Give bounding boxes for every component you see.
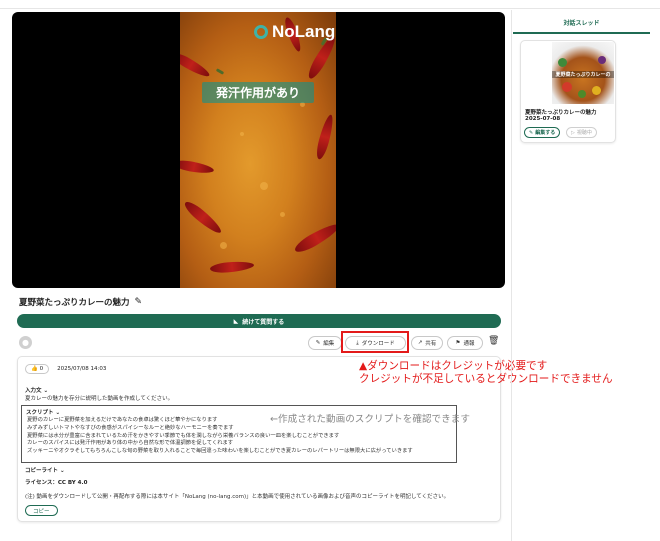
created-datetime: 2025/07/08 14:03 <box>57 366 107 372</box>
copyright-label[interactable]: コピーライト ⌄ <box>25 466 65 474</box>
copy-button[interactable]: コピー <box>25 505 58 516</box>
avatar: ● <box>19 336 32 349</box>
script-label[interactable]: スクリプト ⌄ <box>26 408 60 416</box>
edit-title-icon[interactable]: ✎ <box>135 297 143 307</box>
report-button[interactable]: ⚑ 通報 <box>447 336 483 350</box>
like-button[interactable]: 👍 0 <box>25 364 50 374</box>
thread-card[interactable]: 夏野菜たっぷりカレーの 夏野菜たっぷりカレーの魅力 2025-07-08 ✎ 編集… <box>520 40 616 143</box>
continue-question-button[interactable]: ◣ 続けて質問する <box>17 314 501 328</box>
thread-edit-button[interactable]: ✎ 編集する <box>524 127 561 138</box>
chevron-down-icon: ⌄ <box>59 468 65 474</box>
pencil-icon: ✎ <box>315 340 321 346</box>
meta-row: 👍 0 2025/07/08 14:03 <box>25 364 106 374</box>
share-icon: ↗ <box>417 340 423 346</box>
thumbs-up-icon: 👍 <box>31 366 38 372</box>
pencil-icon: ✎ <box>529 129 534 136</box>
license-text: ライセンス：CC BY 4.0 <box>25 480 88 486</box>
copyright-notice: (注) 動画をダウンロードして公開・再配布する際には本サイト「NoLang (n… <box>25 494 450 500</box>
video-frame: NoLang 発汗作用があり <box>180 12 336 288</box>
chevron-down-icon: ⌄ <box>55 410 61 416</box>
thread-thumbnail: 夏野菜たっぷりカレーの <box>552 42 614 104</box>
video-caption: 発汗作用があり <box>202 82 314 103</box>
thread-title: 夏野菜たっぷりカレーの魅力 <box>525 110 597 116</box>
thumbnail-caption: 夏野菜たっぷりカレーの <box>552 71 614 78</box>
video-title: 夏野菜たっぷりカレーの魅力 <box>19 298 130 308</box>
panel-tab-threads[interactable]: 対話スレッド <box>513 12 650 34</box>
input-label[interactable]: 入力文 ⌄ <box>25 386 48 394</box>
panel-divider <box>511 10 512 541</box>
page: NoLang 発汗作用があり 夏野菜たっぷりカレーの魅力 ✎ ◣ 続けて質問する… <box>0 0 660 541</box>
edit-button[interactable]: ✎ 編集 <box>308 336 342 350</box>
download-highlight-box <box>341 331 409 353</box>
thread-date: 2025-07-08 <box>525 116 561 122</box>
download-annotation: ▲ダウンロードはクレジットが必要です クレジットが不足しているとダウンロードでき… <box>359 360 613 385</box>
chat-icon: ◣ <box>233 317 239 325</box>
video-brand: NoLang <box>254 22 335 42</box>
nolang-logo-icon <box>254 25 268 39</box>
script-line: みずみずしいトマトやなすびの食感がスパイシーなルーと絶妙なハーモニーを奏でます <box>27 424 234 431</box>
input-text: 夏カレーの魅力を存分に説明した動画を作成してください。 <box>25 396 174 402</box>
video-title-row: 夏野菜たっぷりカレーの魅力 ✎ <box>19 296 142 308</box>
thread-watching-button[interactable]: ▷ 視聴中 <box>566 127 597 138</box>
play-icon: ▷ <box>571 129 575 136</box>
video-player[interactable]: NoLang 発汗作用があり <box>12 12 505 288</box>
flag-icon: ⚑ <box>455 340 461 346</box>
script-annotation: ←作成された動画のスクリプトを確認できます <box>270 414 470 425</box>
share-button[interactable]: ↗ 共有 <box>411 336 443 350</box>
trash-icon[interactable]: 🗑 <box>488 336 499 346</box>
script-line: ズッキーニやオクラそしてもちろんこしな旬の野菜を取り入れることで毎回違った味わい… <box>27 448 413 455</box>
top-divider <box>0 8 660 9</box>
